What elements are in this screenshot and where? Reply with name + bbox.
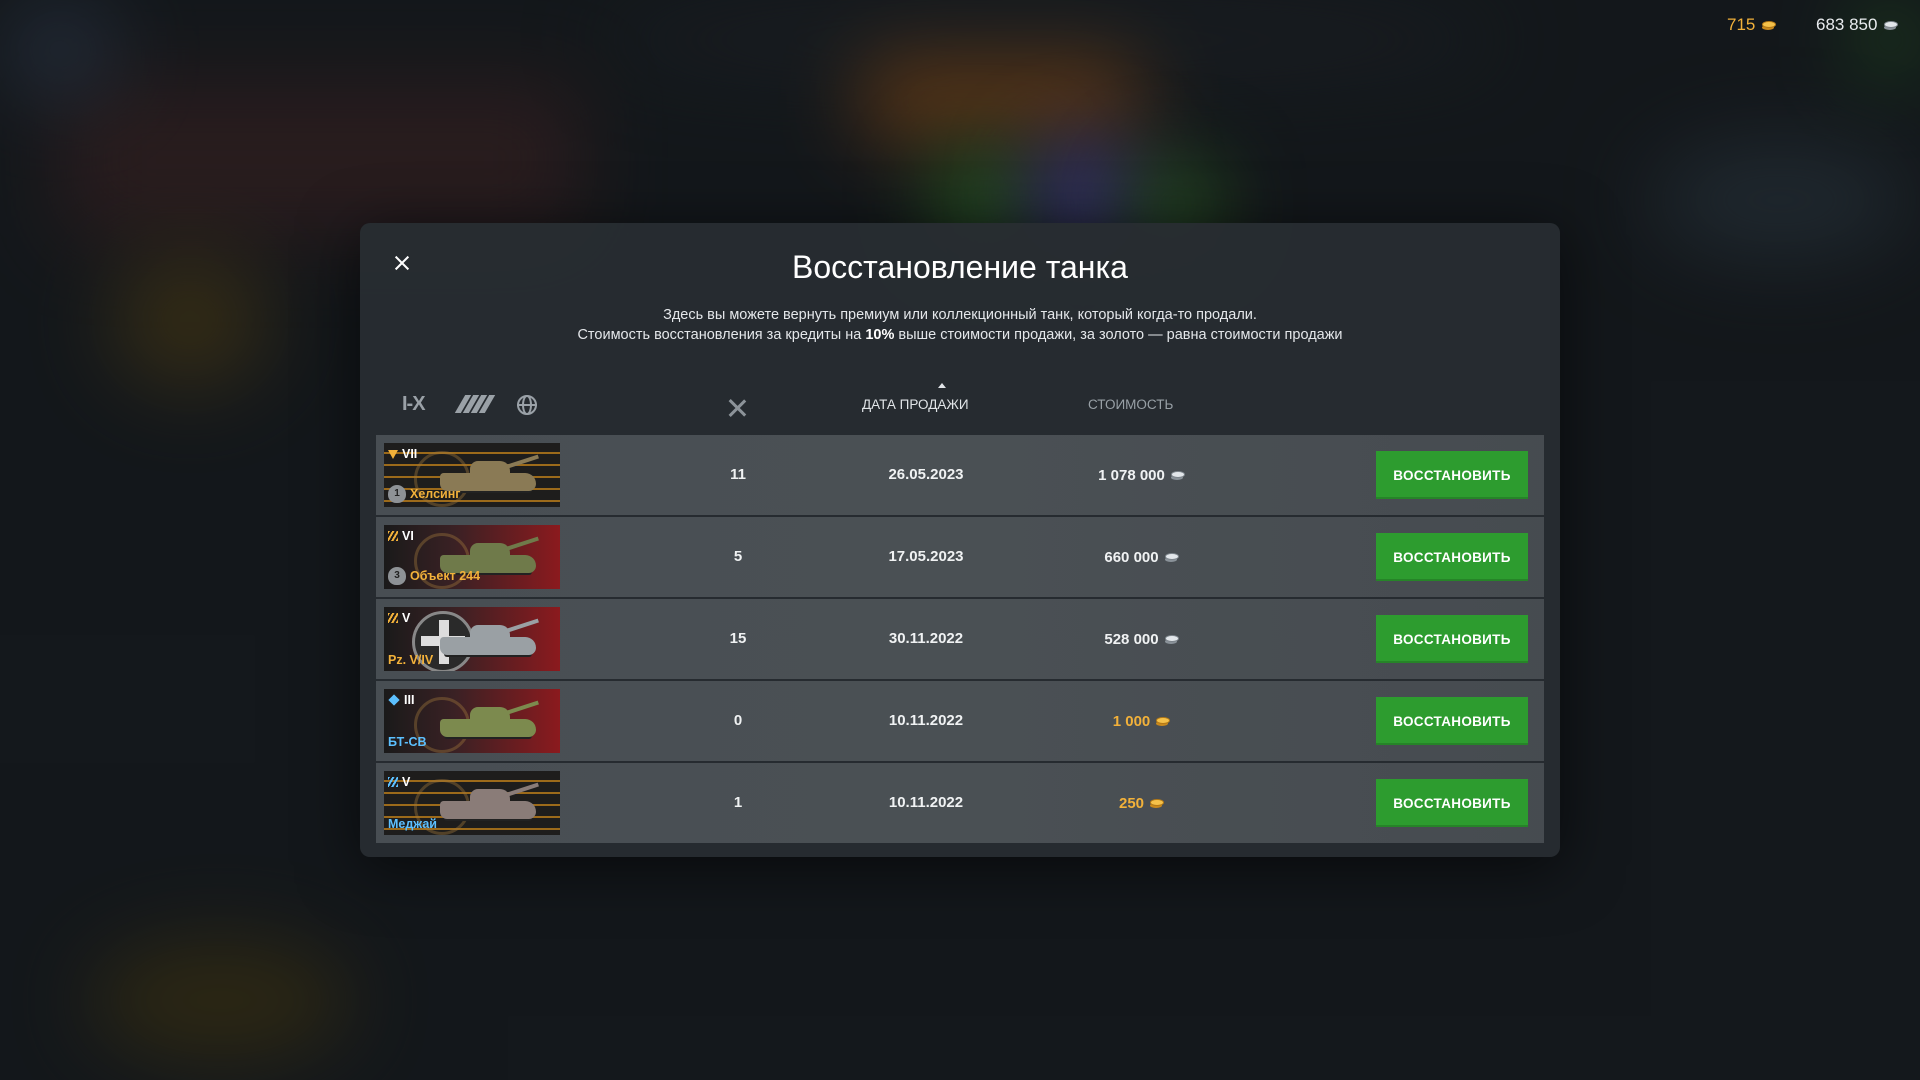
description-line-2: Стоимость восстановления за кредиты на 1…: [360, 325, 1560, 345]
restore-price: 660 000: [1066, 517, 1216, 597]
tank-list: VII 1 Хелсинг 11 26.05.2023 1 078 000 ВО…: [376, 435, 1544, 845]
tank-name-text: Pz. V/IV: [388, 653, 434, 667]
sale-date: 26.05.2023: [888, 466, 964, 483]
battles-count: 11: [730, 466, 746, 483]
tank-name: Меджай: [388, 817, 437, 831]
collector-class-icon: [388, 694, 400, 706]
mastery-badge-icon: 1: [388, 485, 406, 503]
tank-thumbnail: V Меджай: [384, 771, 560, 835]
mastery-badge-icon: 3: [388, 567, 406, 585]
battles-icon[interactable]: [726, 397, 748, 419]
tank-image: [440, 618, 539, 657]
restore-price: 1 078 000: [1066, 435, 1216, 515]
tier-label: VII: [388, 447, 417, 461]
credits-coin-icon: [1170, 469, 1185, 481]
tier-label: VI: [388, 529, 414, 543]
gold-amount: 715: [1727, 15, 1756, 34]
gold-balance: 715: [1727, 15, 1777, 35]
battles-count: 5: [733, 548, 743, 565]
table-row[interactable]: VII 1 Хелсинг 11 26.05.2023 1 078 000 ВО…: [376, 435, 1544, 515]
battles-count: 15: [729, 630, 747, 647]
price-value: 1 078 000: [1098, 466, 1165, 484]
credits-coin-icon: [1883, 19, 1899, 31]
tank-name: 1 Хелсинг: [388, 485, 460, 503]
column-header-date[interactable]: ДАТА ПРОДАЖИ: [862, 397, 969, 412]
price-value: 660 000: [1104, 548, 1159, 566]
sale-date: 10.11.2022: [888, 794, 964, 811]
tier-value: III: [404, 693, 415, 707]
price-value: 528 000: [1104, 630, 1159, 648]
tank-name-text: БТ-СВ: [388, 735, 427, 749]
restore-tank-dialog: Восстановление танка Здесь вы можете вер…: [360, 223, 1560, 857]
sale-date: 30.11.2022: [888, 630, 964, 647]
restore-button[interactable]: ВОССТАНОВИТЬ: [1376, 451, 1528, 499]
battles-count: 0: [733, 712, 743, 729]
credits-balance: 683 850: [1816, 15, 1899, 35]
tier-value: VII: [402, 447, 418, 461]
sale-date: 10.11.2022: [888, 712, 964, 729]
restore-button[interactable]: ВОССТАНОВИТЬ: [1376, 779, 1528, 827]
type-filter-icon[interactable]: [454, 395, 496, 413]
tank-image: [440, 782, 539, 821]
table-row[interactable]: VI 3 Объект 244 5 17.05.2023 660 000 ВОС…: [376, 517, 1544, 597]
restore-price: 528 000: [1066, 599, 1216, 679]
tank-name-text: Объект 244: [410, 569, 481, 583]
tier-label: V: [388, 611, 410, 625]
gold-coin-icon: [1155, 715, 1171, 727]
tank-thumbnail: VII 1 Хелсинг: [384, 443, 560, 507]
sale-date: 17.05.2023: [888, 548, 964, 565]
restore-button[interactable]: ВОССТАНОВИТЬ: [1376, 533, 1528, 581]
gold-coin-icon: [1761, 19, 1777, 31]
restore-price: 1 000: [1066, 681, 1216, 761]
tank-thumbnail: VI 3 Объект 244: [384, 525, 560, 589]
restore-button[interactable]: ВОССТАНОВИТЬ: [1376, 615, 1528, 663]
premium-class-icon: [388, 531, 398, 541]
credits-coin-icon: [1164, 633, 1179, 645]
table-row[interactable]: III БТ-СВ 0 10.11.2022 1 000 ВОССТАНОВИТ…: [376, 681, 1544, 761]
tank-name: БТ-СВ: [388, 735, 427, 749]
price-value: 1 000: [1112, 712, 1151, 730]
table-header: I-X ДАТА ПРОДАЖИ СТОИМОСТЬ: [376, 381, 1544, 429]
tank-thumbnail: III БТ-СВ: [384, 689, 560, 753]
tank-image: [440, 700, 539, 739]
tank-thumbnail: V Pz. V/IV: [384, 607, 560, 671]
tier-value: V: [402, 611, 411, 625]
dialog-description: Здесь вы можете вернуть премиум или колл…: [360, 305, 1560, 345]
premium-class-icon: [388, 613, 398, 623]
tank-name: 3 Объект 244: [388, 567, 480, 585]
description-line-1: Здесь вы можете вернуть премиум или колл…: [663, 307, 1257, 323]
tier-label: V: [388, 775, 410, 789]
description-text: выше стоимости продажи, за золото — равн…: [894, 327, 1343, 343]
tier-value: V: [402, 775, 411, 789]
credits-coin-icon: [1164, 551, 1179, 563]
collector-class-icon: [388, 777, 398, 787]
gold-coin-icon: [1149, 797, 1165, 809]
table-row[interactable]: V Меджай 1 10.11.2022 250 ВОССТАНОВИТЬ: [376, 763, 1544, 843]
tank-name-text: Меджай: [388, 817, 437, 831]
tier-label: III: [388, 693, 414, 707]
description-percent: 10%: [865, 327, 895, 343]
table-row[interactable]: V Pz. V/IV 15 30.11.2022 528 000 ВОССТАН…: [376, 599, 1544, 679]
restore-price: 250: [1066, 763, 1216, 843]
credits-amount: 683 850: [1816, 15, 1878, 34]
column-header-cost[interactable]: СТОИМОСТЬ: [1088, 397, 1173, 412]
description-text: Стоимость восстановления за кредиты на: [577, 327, 866, 343]
tank-name: Pz. V/IV: [388, 653, 433, 667]
sort-asc-icon: [938, 383, 946, 388]
nation-filter-icon[interactable]: [517, 395, 537, 415]
dialog-title: Восстановление танка: [792, 249, 1128, 285]
tank-name-text: Хелсинг: [410, 487, 461, 501]
tier-filter-icon[interactable]: I-X: [402, 393, 426, 416]
price-value: 250: [1118, 794, 1145, 812]
premium-marker-icon: [388, 449, 398, 459]
restore-button[interactable]: ВОССТАНОВИТЬ: [1376, 697, 1528, 745]
battles-count: 1: [733, 794, 743, 811]
tier-value: VI: [402, 529, 414, 543]
